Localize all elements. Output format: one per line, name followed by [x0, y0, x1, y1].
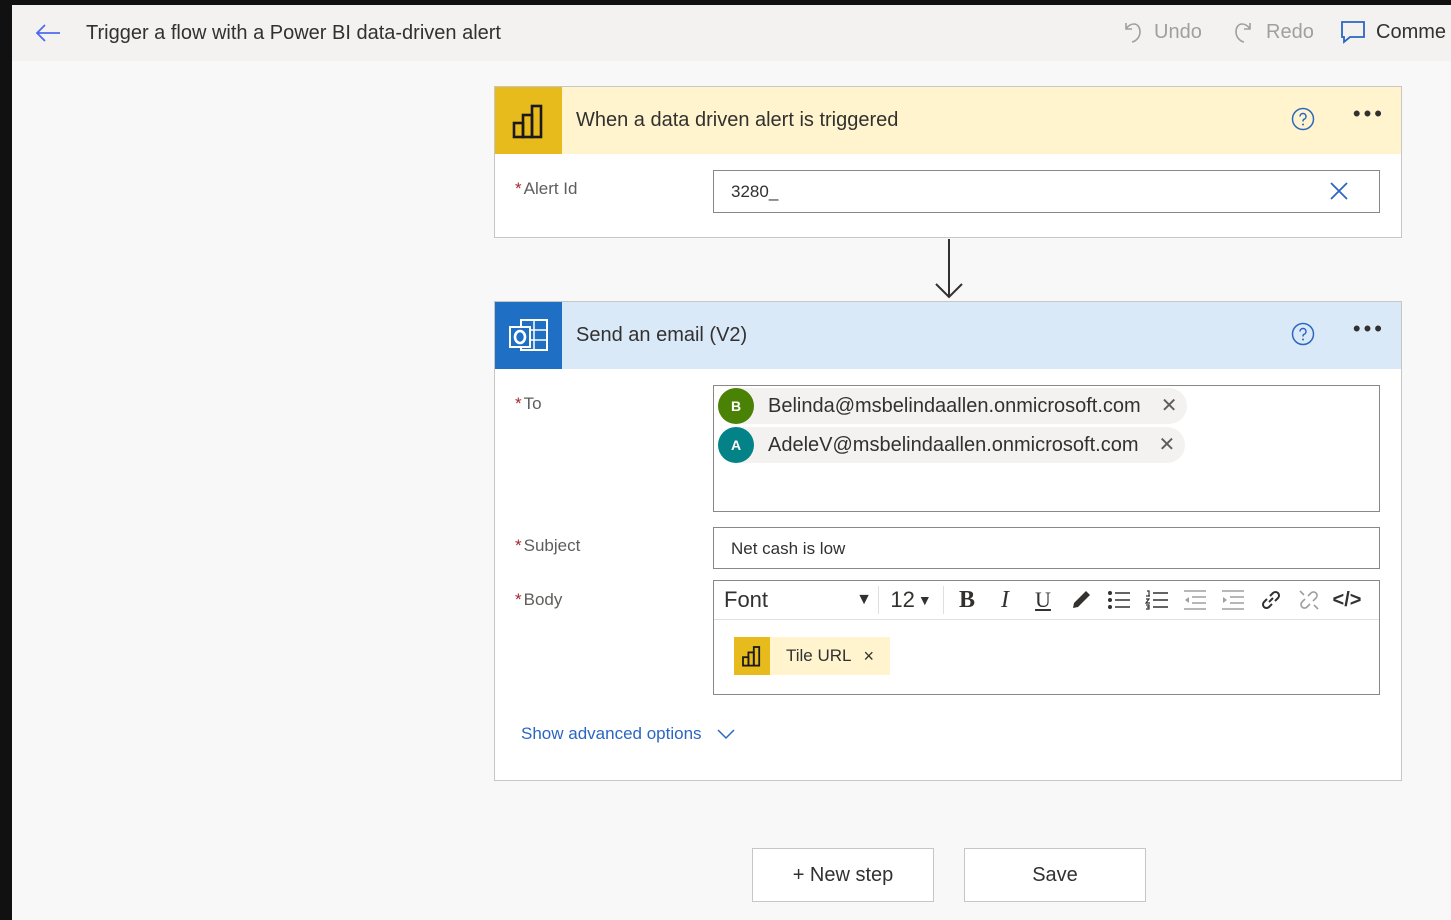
back-arrow-icon: [35, 24, 60, 42]
font-size-value: 12: [890, 587, 915, 612]
flow-designer: Trigger a flow with a Power BI data-driv…: [12, 5, 1451, 920]
undo-label: Undo: [1154, 20, 1202, 43]
to-label: * To: [515, 394, 542, 413]
redo-icon: [1232, 20, 1256, 44]
recipient-chip: A AdeleV@msbelindaallen.onmicrosoft.com …: [718, 427, 1186, 463]
alert-id-label: * Alert Id: [515, 179, 578, 198]
editor-toolbar: Font ▼ 12 ▼ B I U </>: [714, 581, 1379, 620]
token-label: Tile URL: [786, 646, 852, 665]
top-bar: Trigger a flow with a Power BI data-driv…: [12, 5, 1451, 61]
back-button[interactable]: [34, 19, 62, 47]
to-field[interactable]: B Belinda@msbelindaallen.onmicrosoft.com…: [713, 385, 1380, 512]
redo-button[interactable]: Redo: [1232, 17, 1314, 47]
clear-icon[interactable]: [1327, 179, 1351, 203]
advanced-options-label: Show advanced options: [521, 724, 702, 743]
trigger-card-header[interactable]: When a data driven alert is triggered ••…: [495, 87, 1401, 154]
chevron-down-icon: [717, 729, 735, 740]
help-icon[interactable]: [1291, 322, 1315, 346]
flow-title: Trigger a flow with a Power BI data-driv…: [86, 22, 501, 44]
font-select[interactable]: Font ▼: [724, 585, 872, 615]
recipient-email: Belinda@msbelindaallen.onmicrosoft.com: [768, 394, 1141, 417]
subject-value: Net cash is low: [731, 539, 846, 558]
new-step-button[interactable]: + New step: [752, 848, 934, 902]
more-options-icon[interactable]: •••: [1353, 316, 1385, 342]
comments-label: Comme: [1376, 20, 1447, 43]
decrease-indent-icon[interactable]: [1178, 584, 1212, 616]
connector-arrow-icon: [935, 239, 963, 299]
dropdown-caret-icon: ▼: [917, 592, 932, 608]
powerbi-icon: [734, 637, 770, 675]
comment-icon: [1340, 20, 1366, 44]
subject-field[interactable]: Net cash is low: [713, 527, 1380, 569]
dropdown-caret-icon: ▼: [856, 591, 872, 608]
save-button[interactable]: Save: [964, 848, 1146, 902]
show-advanced-options-link[interactable]: Show advanced options: [521, 724, 736, 744]
trigger-card: When a data driven alert is triggered ••…: [494, 86, 1402, 238]
powerbi-icon: [495, 87, 562, 154]
avatar: B: [718, 388, 754, 424]
code-view-icon[interactable]: </>: [1330, 584, 1364, 616]
bulleted-list-icon[interactable]: [1102, 584, 1136, 616]
send-email-card-title: Send an email (V2): [576, 324, 748, 346]
remove-recipient-icon[interactable]: ✕: [1158, 435, 1175, 455]
highlight-pen-icon[interactable]: [1064, 584, 1098, 616]
undo-icon: [1120, 20, 1144, 44]
undo-button[interactable]: Undo: [1120, 17, 1202, 47]
increase-indent-icon[interactable]: [1216, 584, 1250, 616]
send-email-card: Send an email (V2) ••• * To B Belinda@msb…: [494, 301, 1402, 781]
recipient-email: AdeleV@msbelindaallen.onmicrosoft.com: [768, 433, 1139, 456]
recipient-chip: B Belinda@msbelindaallen.onmicrosoft.com…: [718, 388, 1188, 424]
font-select-value: Font: [724, 587, 769, 612]
help-icon[interactable]: [1291, 107, 1315, 131]
underline-icon[interactable]: U: [1026, 584, 1060, 616]
unlink-icon[interactable]: [1292, 584, 1326, 616]
more-options-icon[interactable]: •••: [1353, 101, 1385, 127]
send-email-card-header[interactable]: Send an email (V2) •••: [495, 302, 1401, 369]
bold-icon[interactable]: B: [950, 584, 984, 616]
numbered-list-icon[interactable]: [1140, 584, 1174, 616]
redo-label: Redo: [1266, 20, 1314, 43]
alert-id-value: 3280_: [731, 182, 779, 201]
tile-url-token[interactable]: Tile URL ×: [734, 637, 891, 675]
remove-token-icon[interactable]: ×: [864, 646, 875, 667]
remove-recipient-icon[interactable]: ✕: [1161, 396, 1178, 416]
link-icon[interactable]: [1254, 584, 1288, 616]
font-size-select[interactable]: 12 ▼: [885, 585, 937, 615]
subject-label: * Subject: [515, 536, 581, 555]
trigger-card-title: When a data driven alert is triggered: [576, 109, 899, 131]
alert-id-field[interactable]: 3280_: [713, 170, 1380, 213]
outlook-icon: [495, 302, 562, 369]
comments-button[interactable]: Comme: [1340, 17, 1446, 47]
body-editor[interactable]: Font ▼ 12 ▼ B I U </> Tile URL ×: [713, 580, 1380, 695]
italic-icon[interactable]: I: [988, 584, 1022, 616]
body-label: * Body: [515, 590, 563, 609]
avatar: A: [718, 427, 754, 463]
